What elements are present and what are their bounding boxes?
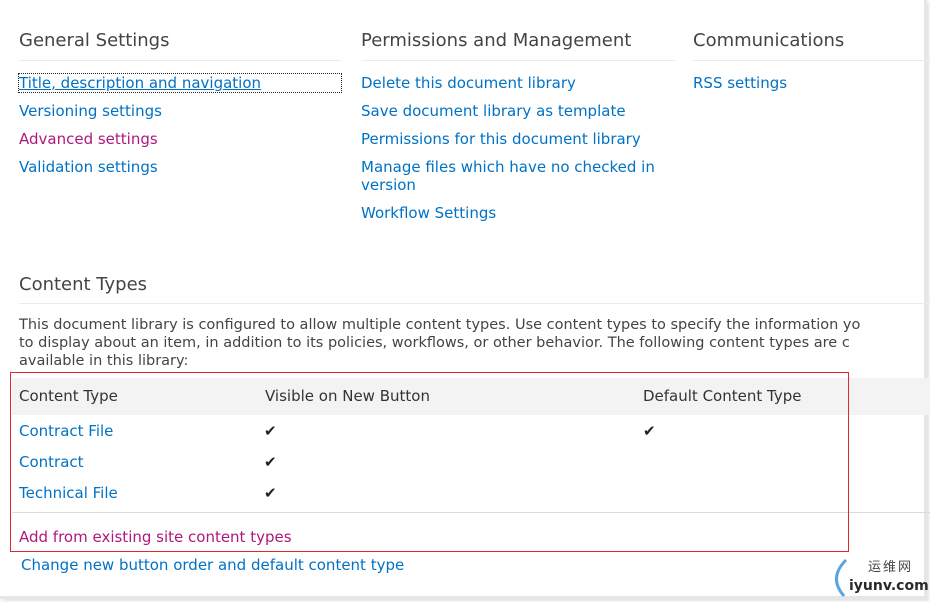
advanced-settings-link[interactable]: Advanced settings (19, 130, 341, 148)
content-type-link[interactable]: Technical File (19, 484, 118, 502)
content-type-link[interactable]: Contract (19, 453, 84, 471)
checkmark-icon: ✔ (264, 484, 277, 502)
column-header-default-content-type: Default Content Type (643, 387, 802, 405)
delete-library-link[interactable]: Delete this document library (361, 74, 675, 92)
description-line: available in this library: (19, 353, 189, 369)
description-line: This document library is configured to a… (19, 317, 861, 333)
permissions-heading: Permissions and Management (361, 30, 675, 61)
column-header-visible-on-new: Visible on New Button (265, 387, 430, 405)
watermark-url: iyunv.com (849, 578, 929, 594)
validation-settings-link[interactable]: Validation settings (19, 158, 341, 176)
column-header-content-type: Content Type (19, 387, 118, 405)
rss-settings-link[interactable]: RSS settings (693, 74, 930, 92)
versioning-settings-link[interactable]: Versioning settings (19, 102, 341, 120)
title-description-navigation-link[interactable]: Title, description and navigation (18, 73, 342, 93)
checkmark-icon: ✔ (264, 422, 277, 440)
checkmark-icon: ✔ (643, 422, 656, 440)
checkmark-icon: ✔ (264, 453, 277, 471)
permissions-section: Permissions and Management Delete this d… (361, 30, 675, 232)
communications-heading: Communications (693, 30, 930, 61)
library-permissions-link[interactable]: Permissions for this document library (361, 130, 675, 148)
workflow-settings-link[interactable]: Workflow Settings (361, 204, 675, 222)
save-as-template-link[interactable]: Save document library as template (361, 102, 675, 120)
change-button-order-link[interactable]: Change new button order and default cont… (21, 556, 404, 574)
content-types-heading: Content Types (19, 274, 930, 304)
add-existing-content-types-link[interactable]: Add from existing site content types (19, 528, 292, 546)
content-types-description: This document library is configured to a… (19, 316, 930, 370)
watermark-text: 运维网 (868, 560, 914, 575)
general-settings-heading: General Settings (19, 30, 341, 61)
general-settings-section: General Settings Title, description and … (18, 30, 342, 186)
table-divider (12, 512, 930, 513)
description-line: to display about an item, in addition to… (19, 335, 850, 351)
communications-section: Communications RSS settings (693, 30, 930, 102)
manage-unchecked-files-link[interactable]: Manage files which have no checked in ve… (361, 158, 661, 194)
content-type-link[interactable]: Contract File (19, 422, 113, 440)
